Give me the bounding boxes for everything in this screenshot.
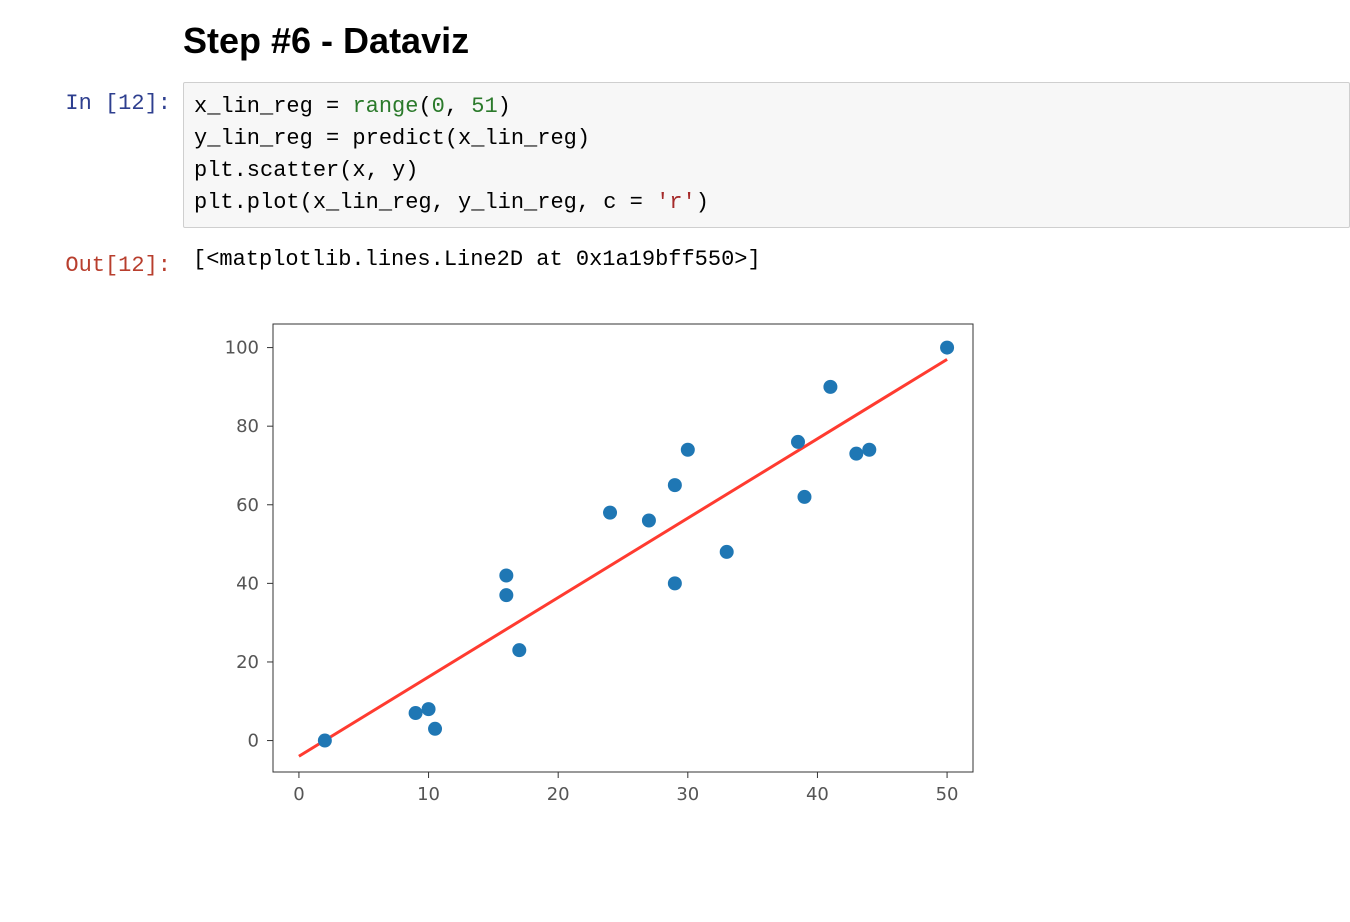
code-token: ) [696,190,709,215]
code-cell-row: In [12]: x_lin_reg = range(0, 51) y_lin_… [0,82,1350,228]
x-tick-label: 40 [806,784,829,805]
chart-output: 0 10 20 30 40 50 0 20 40 60 80 100 [183,302,1350,837]
code-token-fn: range [352,94,418,119]
scatter-point [428,722,442,736]
x-tick-label: 20 [547,784,570,805]
output-prompt: Out[12]: [0,244,183,282]
x-tick-label: 50 [936,784,959,805]
scatter-point [499,588,513,602]
scatter-point [681,443,695,457]
scatter-point [940,341,954,355]
code-token-str: 'r' [656,190,696,215]
scatter-point [409,706,423,720]
scatter-point [668,478,682,492]
scatter-point [862,443,876,457]
x-tick-label: 30 [676,784,699,805]
input-prompt-label: In [12]: [65,91,171,116]
output-text-area: [<matplotlib.lines.Line2D at 0x1a19bff55… [183,244,1350,276]
y-tick-label: 80 [236,416,259,437]
scatter-point [422,702,436,716]
scatter-point [603,506,617,520]
scatter-point [499,569,513,583]
scatter-point [668,576,682,590]
x-tick-label: 10 [417,784,440,805]
x-tick-label: 0 [293,784,304,805]
scatter-point [720,545,734,559]
code-token: = [326,94,352,119]
code-token-num: 51 [471,94,497,119]
scatter-point [823,380,837,394]
code-token: , [445,94,471,119]
scatter-point [642,513,656,527]
scatter-point [318,734,332,748]
output-prompt-label: Out[12]: [65,253,171,278]
output-cell-row: Out[12]: [<matplotlib.lines.Line2D at 0x… [0,244,1350,282]
code-token: ) [498,94,511,119]
code-line: plt.scatter(x, y) [194,158,418,183]
scatter-point [797,490,811,504]
markdown-heading: Step #6 - Dataviz [183,20,1350,62]
code-line: y_lin_reg = predict(x_lin_reg) [194,126,590,151]
code-token: x_lin_reg [194,94,326,119]
code-token: plt.plot(x_lin_reg, y_lin_reg, c = [194,190,656,215]
scatter-chart: 0 10 20 30 40 50 0 20 40 60 80 100 [183,302,1003,832]
y-tick-label: 0 [248,731,259,752]
code-token: ( [418,94,431,119]
y-tick-label: 40 [236,573,259,594]
input-prompt: In [12]: [0,82,183,120]
y-tick-label: 100 [225,338,259,359]
notebook-page: Step #6 - Dataviz In [12]: x_lin_reg = r… [0,0,1350,837]
scatter-point [791,435,805,449]
y-tick-label: 60 [236,495,259,516]
regression-line [299,359,947,756]
y-tick-label: 20 [236,652,259,673]
heading-row: Step #6 - Dataviz [183,20,1350,62]
scatter-point [512,643,526,657]
code-input-area[interactable]: x_lin_reg = range(0, 51) y_lin_reg = pre… [183,82,1350,228]
code-token-num: 0 [432,94,445,119]
scatter-point [849,447,863,461]
output-text: [<matplotlib.lines.Line2D at 0x1a19bff55… [193,247,761,272]
